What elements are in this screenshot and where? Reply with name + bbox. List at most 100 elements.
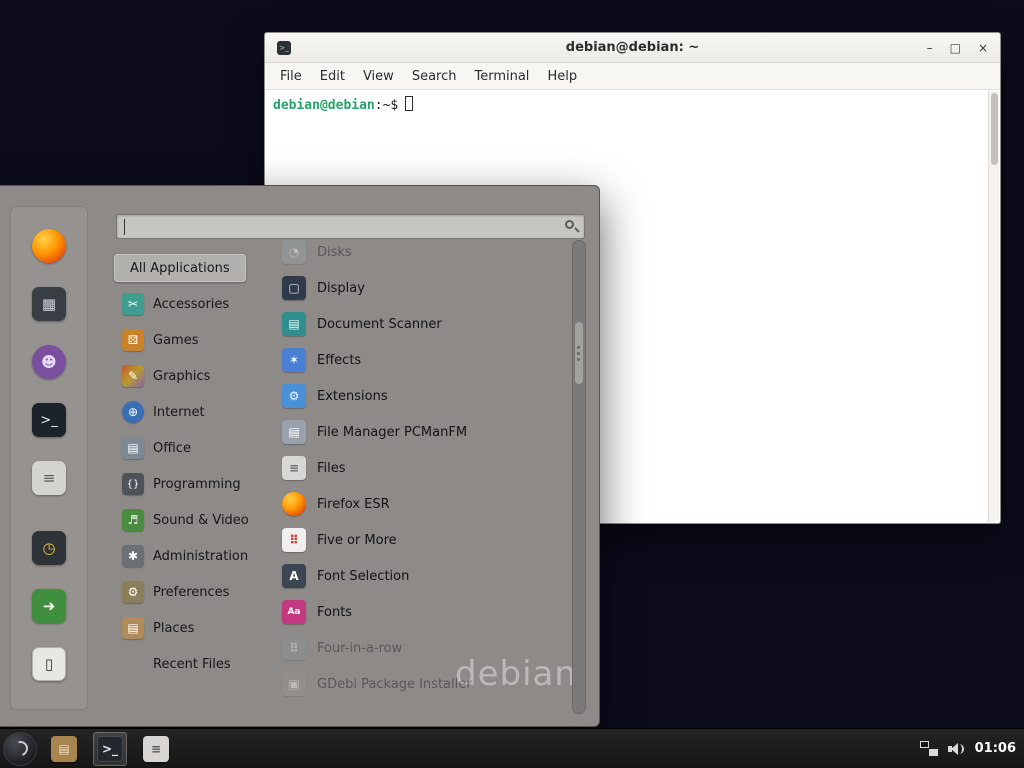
app-item[interactable]: ▢ Display	[268, 270, 568, 306]
terminal-window-title: debian@debian: ~	[265, 40, 1000, 55]
text-editor-icon: ≡	[143, 736, 169, 762]
app-label: Document Scanner	[317, 317, 442, 332]
category-item[interactable]: ▤ Office	[114, 430, 272, 466]
app-icon: ⠿	[282, 528, 306, 552]
favorite-item[interactable]: >_	[29, 400, 69, 440]
category-label: Places	[153, 621, 194, 636]
category-list: All Applications ✂ Accessories ⚄ Games ✎…	[114, 250, 272, 682]
terminal-menu-item[interactable]: Edit	[311, 65, 354, 88]
text-caret	[124, 219, 125, 235]
file-manager-icon: ▤	[51, 736, 77, 762]
category-item[interactable]: ⚙ Preferences	[114, 574, 272, 610]
desktop: >_ debian@debian: ~ – □ × File Edit View…	[0, 0, 1024, 768]
app-item[interactable]: ⠿ Five or More	[268, 522, 568, 558]
app-item[interactable]: ✶ Effects	[268, 342, 568, 378]
terminal-menu-item[interactable]: Search	[403, 65, 466, 88]
app-label: Effects	[317, 353, 361, 368]
category-item[interactable]: ✂ Accessories	[114, 286, 272, 322]
terminal-titlebar[interactable]: >_ debian@debian: ~ – □ ×	[265, 33, 1000, 63]
minimize-icon[interactable]: –	[927, 42, 933, 54]
terminal-menu-item[interactable]: File	[271, 65, 311, 88]
app-item[interactable]: ▤ Document Scanner	[268, 306, 568, 342]
app-item[interactable]: ▤ File Manager PCManFM	[268, 414, 568, 450]
terminal-menu-item[interactable]: Terminal	[465, 65, 538, 88]
app-icon: ⚙	[282, 384, 306, 408]
category-label: Internet	[153, 405, 205, 420]
category-label: Preferences	[153, 585, 229, 600]
app-label: Five or More	[317, 533, 397, 548]
app-item[interactable]: A Font Selection	[268, 558, 568, 594]
category-icon: ▤	[122, 617, 144, 639]
taskbar-item[interactable]: ▤	[47, 732, 81, 766]
favorite-item[interactable]: ≡	[29, 458, 69, 498]
category-label: All Applications	[130, 261, 230, 276]
image-viewer-icon: ▦	[32, 287, 66, 321]
maximize-icon[interactable]: □	[950, 42, 961, 54]
app-icon: ≡	[282, 456, 306, 480]
category-icon: ♬	[122, 509, 144, 531]
category-label: Games	[153, 333, 198, 348]
app-icon: Aa	[282, 600, 306, 624]
clock[interactable]: 01:06	[975, 741, 1016, 756]
logout-icon: ➜	[32, 589, 66, 623]
session-item[interactable]: ▯	[29, 644, 69, 684]
category-item[interactable]: {} Programming	[114, 466, 272, 502]
app-item[interactable]: ◔ Disks	[268, 234, 568, 270]
category-label: Accessories	[153, 297, 229, 312]
session-item[interactable]: ◷	[29, 528, 69, 568]
favorite-item[interactable]	[29, 226, 69, 266]
app-icon	[282, 492, 306, 516]
app-item[interactable]: Firefox ESR	[268, 486, 568, 522]
app-label: Display	[317, 281, 365, 296]
category-label: Office	[153, 441, 191, 456]
app-list-scrollbar[interactable]	[572, 240, 586, 714]
shutdown-icon: ▯	[32, 647, 66, 681]
app-icon: ▤	[282, 420, 306, 444]
category-item[interactable]: ✱ Administration	[114, 538, 272, 574]
menu-button[interactable]	[3, 732, 37, 766]
category-label: Sound & Video	[153, 513, 249, 528]
prompt-path: :~$	[375, 98, 398, 113]
app-item[interactable]: ≡ Files	[268, 450, 568, 486]
volume-icon[interactable]	[948, 741, 965, 757]
debian-swirl-icon	[10, 738, 30, 758]
favorite-item[interactable]: ▦	[29, 284, 69, 324]
category-icon: ✱	[122, 545, 144, 567]
category-item[interactable]: ▤ Places	[114, 610, 272, 646]
category-item[interactable]: Recent Files	[114, 646, 272, 682]
terminal-scrollbar[interactable]	[988, 91, 999, 522]
app-list-scrollbar-thumb[interactable]	[575, 322, 583, 384]
app-icon: ✶	[282, 348, 306, 372]
app-item[interactable]: Aa Fonts	[268, 594, 568, 630]
session-item[interactable]: ➜	[29, 586, 69, 626]
terminal-menu-item[interactable]: Help	[538, 65, 586, 88]
bottom-panel: ▤ >_ ≡ 01:06	[0, 728, 1024, 768]
network-icon[interactable]	[920, 741, 938, 756]
firefox-icon	[32, 229, 66, 263]
close-icon[interactable]: ×	[978, 42, 988, 54]
application-menu: ▦ ☻ >_ ≡ ◷	[0, 185, 600, 727]
taskbar-item[interactable]: >_	[93, 732, 127, 766]
app-item[interactable]: ▣ GDebi Package Installer	[268, 666, 568, 702]
category-item[interactable]: All Applications	[114, 254, 246, 282]
app-label: Four-in-a-row	[317, 641, 402, 656]
terminal-icon: >_	[97, 736, 123, 762]
category-icon: ✂	[122, 293, 144, 315]
favorite-item[interactable]: ☻	[29, 342, 69, 382]
terminal-menu-item[interactable]: View	[354, 65, 403, 88]
category-icon: ⚙	[122, 581, 144, 603]
text-editor-icon: ≡	[32, 461, 66, 495]
app-label: Fonts	[317, 605, 352, 620]
app-item[interactable]: ⠿ Four-in-a-row	[268, 630, 568, 666]
category-item[interactable]: ✎ Graphics	[114, 358, 272, 394]
app-item[interactable]: ⚙ Extensions	[268, 378, 568, 414]
app-icon: ▢	[282, 276, 306, 300]
taskbar: ▤ >_ ≡	[47, 732, 173, 766]
category-item[interactable]: ♬ Sound & Video	[114, 502, 272, 538]
category-item[interactable]: ⚄ Games	[114, 322, 272, 358]
taskbar-item[interactable]: ≡	[139, 732, 173, 766]
terminal-scrollbar-thumb[interactable]	[991, 93, 998, 165]
category-item[interactable]: ⊕ Internet	[114, 394, 272, 430]
terminal-icon: >_	[32, 403, 66, 437]
app-label: Extensions	[317, 389, 388, 404]
